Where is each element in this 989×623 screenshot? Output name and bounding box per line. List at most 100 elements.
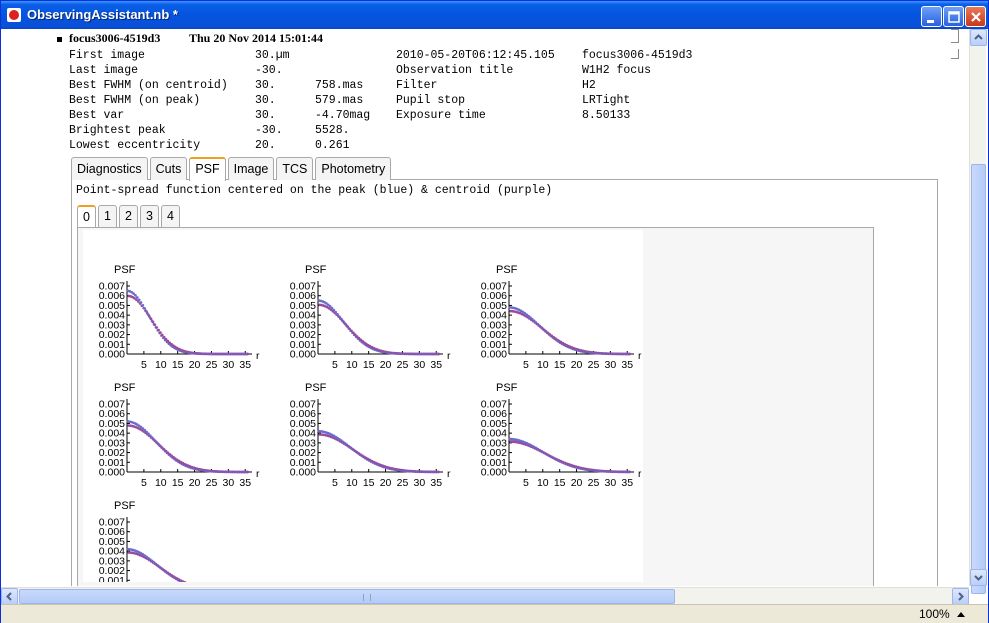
scroll-up-button[interactable]: [970, 29, 987, 46]
plot-title: PSF: [114, 500, 136, 512]
info-value: -30.: [255, 64, 283, 77]
x-tick-label: 35: [621, 359, 633, 371]
maximize-button[interactable]: [943, 6, 964, 27]
info-label: Lowest eccentricity: [69, 139, 201, 152]
x-tick-label: 30: [223, 359, 235, 371]
info-label: Best var: [69, 109, 125, 122]
tab-cuts[interactable]: Cuts: [149, 157, 188, 180]
x-tick-label: 15: [172, 477, 184, 489]
info-label: Filter: [396, 79, 438, 92]
bullet-icon: [57, 36, 62, 42]
x-tick-label: 30: [414, 359, 426, 371]
grip-icon: [363, 594, 371, 601]
close-button[interactable]: [965, 6, 986, 27]
psf-point-centroid: [157, 328, 160, 332]
info-value: 0.261: [315, 139, 350, 152]
y-tick-label: 0.007: [290, 399, 316, 411]
psf-point-peak: [332, 308, 336, 312]
x-tick-label: 25: [206, 359, 218, 371]
x-tick-label: 5: [523, 477, 529, 489]
info-value: 30.: [255, 94, 276, 107]
subtab-1[interactable]: 1: [98, 205, 117, 227]
info-label: First image: [69, 49, 145, 62]
tab-image[interactable]: Image: [227, 157, 275, 180]
scroll-right-button[interactable]: [952, 588, 969, 605]
zoom-menu-icon[interactable]: [957, 612, 965, 617]
title-bar[interactable]: ObservingAssistant.nb *: [1, 1, 988, 29]
info-label: Last image: [69, 64, 139, 77]
psf-point-centroid: [437, 352, 441, 356]
x-tick-label: 5: [141, 359, 147, 371]
psf-point-peak: [330, 306, 334, 310]
subtab-3[interactable]: 3: [140, 205, 159, 227]
info-value: 30.µm: [255, 49, 290, 62]
x-tick-label: 25: [397, 477, 409, 489]
notebook-content[interactable]: focus3006-4519d3 Thu 20 Nov 2014 15:01:4…: [5, 29, 966, 586]
notebook-window: ObservingAssistant.nb * focus3006-4519d3…: [0, 0, 989, 623]
y-tick-label: 0.007: [481, 399, 507, 411]
info-values-1: 30.µm -30. 30. 30. 30. -30. 20.: [255, 48, 290, 153]
info-label: Observation title: [396, 64, 514, 77]
scroll-left-button[interactable]: [1, 588, 18, 605]
tab-tcs[interactable]: TCS: [276, 157, 314, 180]
info-label: Pupil stop: [396, 94, 466, 107]
y-tick-label: 0.007: [481, 281, 507, 293]
info-value: -4.70mag: [315, 109, 371, 122]
horizontal-scrollbar[interactable]: [1, 587, 969, 605]
tab-diagnostics[interactable]: Diagnostics: [71, 157, 148, 180]
x-tick-label: 10: [346, 359, 358, 371]
info-value: LRTight: [582, 94, 631, 107]
x-tick-label: 30: [605, 359, 617, 371]
x-tick-label: 5: [332, 359, 338, 371]
y-tick-label: 0.007: [99, 399, 125, 411]
cell-bracket[interactable]: [951, 49, 959, 59]
window-title: ObservingAssistant.nb *: [27, 7, 178, 22]
x-tick-label: 20: [380, 477, 392, 489]
x-tick-label: 35: [239, 477, 251, 489]
cell-bracket[interactable]: [951, 29, 959, 43]
psf-point-peak: [135, 296, 139, 299]
info-value: 8.50133: [582, 109, 631, 122]
x-tick-label: 35: [239, 359, 251, 371]
x-tick-label: 30: [223, 477, 235, 489]
vertical-scroll-thumb[interactable]: [971, 164, 986, 594]
zoom-level[interactable]: 100%: [919, 607, 950, 621]
info-value: 20.: [255, 139, 276, 152]
subtab-2[interactable]: 2: [119, 205, 138, 227]
status-bar: 100%: [1, 604, 988, 623]
x-tick-label: 10: [346, 477, 358, 489]
x-axis-label: r: [447, 468, 451, 480]
plot-title: PSF: [496, 382, 518, 394]
info-values-right: focus3006-4519d3 W1H2 focus H2 LRTight 8…: [582, 48, 692, 123]
plot-title: PSF: [496, 264, 518, 276]
tab-psf[interactable]: PSF: [189, 157, 226, 181]
horizontal-scroll-thumb[interactable]: [19, 589, 675, 604]
scroll-down-button[interactable]: [970, 569, 987, 586]
x-axis-label: r: [638, 468, 642, 480]
x-tick-label: 15: [172, 359, 184, 371]
info-values-2: 758.mas 579.mas -4.70mag 5528. 0.261: [315, 48, 370, 153]
tab-photometry[interactable]: Photometry: [315, 157, 392, 180]
x-axis-label: r: [638, 350, 642, 362]
psf-point-centroid: [160, 333, 164, 337]
view-tabs: Diagnostics Cuts PSF Image TCS Photometr…: [71, 157, 393, 181]
x-tick-label: 15: [363, 359, 375, 371]
y-tick-label: 0.007: [290, 281, 316, 293]
psf-point-centroid: [159, 331, 162, 334]
psf-point-peak: [141, 304, 145, 307]
x-tick-label: 5: [523, 359, 529, 371]
info-value: -30.: [255, 124, 283, 137]
info-label: Exposure time: [396, 109, 486, 122]
subtab-0[interactable]: 0: [77, 205, 96, 227]
x-tick-label: 15: [554, 477, 566, 489]
psf-point-centroid: [153, 323, 157, 327]
minimize-button[interactable]: [921, 6, 942, 27]
info-value: H2: [582, 79, 596, 92]
x-tick-label: 25: [588, 477, 600, 489]
info-label: 2010-05-20T06:12:45.105: [396, 49, 555, 62]
vertical-scrollbar[interactable]: [969, 29, 987, 594]
info-value: [315, 48, 370, 63]
psf-point-peak: [137, 298, 141, 302]
info-value: [315, 63, 370, 78]
subtab-4[interactable]: 4: [161, 205, 180, 227]
